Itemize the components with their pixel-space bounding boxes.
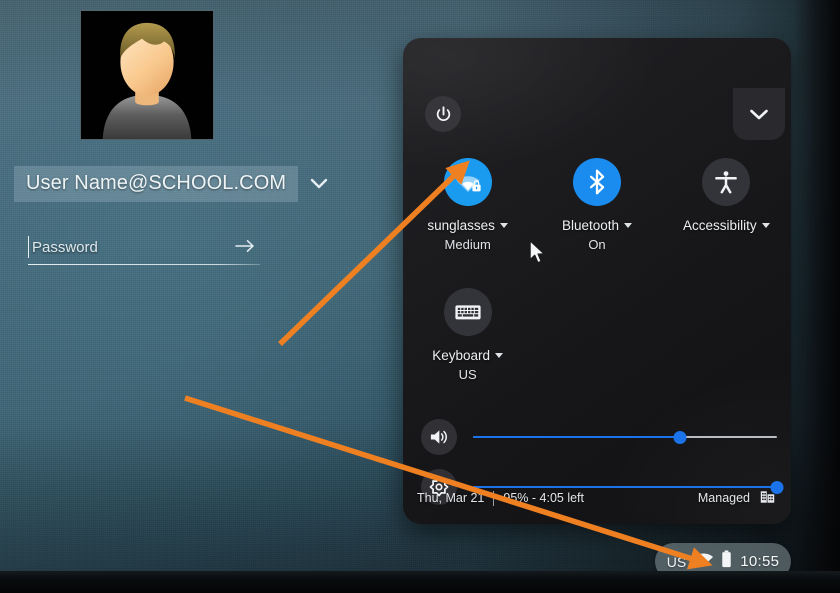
password-placeholder: Password bbox=[32, 238, 98, 256]
shelf-keyboard-layout[interactable]: US bbox=[667, 554, 686, 570]
username-selector[interactable]: User Name@SCHOOL.COM bbox=[14, 166, 330, 202]
laptop-bezel-bottom bbox=[0, 571, 840, 593]
volume-slider-thumb[interactable] bbox=[673, 430, 687, 444]
tile-accessibility[interactable]: Accessibility bbox=[662, 158, 791, 252]
managed-status-group[interactable]: Managed bbox=[698, 490, 775, 507]
tile-keyboard-label: Keyboard bbox=[432, 348, 491, 363]
quick-settings-feature-row-2: Keyboard US bbox=[403, 288, 791, 382]
tile-network-label-row[interactable]: sunglasses bbox=[427, 218, 508, 233]
power-button[interactable] bbox=[425, 96, 461, 132]
tile-accessibility-label-row[interactable]: Accessibility bbox=[683, 218, 770, 233]
chevron-down-icon[interactable] bbox=[308, 173, 330, 195]
tile-keyboard-sublabel: US bbox=[458, 367, 477, 382]
caret-down-icon[interactable] bbox=[624, 223, 633, 228]
tile-network[interactable]: sunglasses Medium bbox=[403, 158, 532, 252]
battery-status-label[interactable]: 95% - 4:05 left bbox=[503, 491, 584, 505]
battery-icon[interactable] bbox=[721, 550, 732, 573]
tile-bluetooth-label: Bluetooth bbox=[561, 218, 620, 233]
mouse-pointer-icon bbox=[529, 240, 546, 270]
username-label[interactable]: User Name@SCHOOL.COM bbox=[14, 166, 299, 202]
shelf-clock[interactable]: 10:55 bbox=[740, 553, 779, 570]
tile-accessibility-label: Accessibility bbox=[683, 218, 757, 233]
footer-status-group: Thu, Mar 21 95% - 4:05 left bbox=[417, 490, 584, 506]
grid-spacer-1 bbox=[532, 288, 661, 382]
grid-spacer-2 bbox=[662, 288, 791, 382]
accessibility-icon[interactable] bbox=[702, 158, 751, 206]
avatar[interactable] bbox=[80, 10, 214, 140]
keyboard-icon[interactable] bbox=[443, 288, 492, 336]
text-caret bbox=[28, 236, 29, 258]
date-label[interactable]: Thu, Mar 21 bbox=[417, 491, 484, 505]
volume-track-fill bbox=[473, 435, 680, 439]
tile-bluetooth[interactable]: Bluetooth On bbox=[532, 158, 661, 252]
tile-network-sublabel: Medium bbox=[444, 237, 491, 252]
volume-slider-track[interactable] bbox=[473, 429, 777, 445]
collapse-panel-button[interactable] bbox=[733, 88, 785, 140]
wifi-locked-icon[interactable] bbox=[443, 158, 492, 206]
password-field[interactable]: Password bbox=[28, 232, 260, 265]
tile-network-label: sunglasses bbox=[427, 218, 495, 233]
volume-slider-row[interactable] bbox=[421, 419, 777, 455]
quick-settings-footer: Thu, Mar 21 95% - 4:05 left Managed bbox=[403, 478, 791, 524]
quick-settings-panel: sunglasses Medium Bluetooth On Accessibi… bbox=[403, 38, 791, 524]
power-icon bbox=[436, 105, 450, 121]
screenshot-root: User Name@SCHOOL.COM Password sunglasses… bbox=[0, 0, 840, 593]
tile-bluetooth-label-row[interactable]: Bluetooth bbox=[561, 218, 633, 233]
password-submit-arrow-icon[interactable] bbox=[234, 239, 260, 256]
managed-label: Managed bbox=[697, 491, 750, 505]
enterprise-building-icon bbox=[760, 490, 775, 507]
chevron-down-icon bbox=[750, 109, 768, 120]
password-underline bbox=[28, 264, 260, 265]
tile-bluetooth-sublabel: On bbox=[588, 237, 606, 252]
tile-keyboard[interactable]: Keyboard US bbox=[403, 288, 532, 382]
caret-down-icon[interactable] bbox=[499, 223, 508, 228]
caret-down-icon[interactable] bbox=[761, 223, 770, 228]
wifi-icon[interactable] bbox=[694, 552, 714, 572]
bluetooth-icon[interactable] bbox=[572, 158, 621, 206]
footer-divider bbox=[493, 490, 495, 506]
quick-settings-feature-row-1: sunglasses Medium Bluetooth On Accessibi… bbox=[403, 158, 791, 252]
volume-icon[interactable] bbox=[421, 419, 457, 455]
caret-down-icon[interactable] bbox=[495, 353, 504, 358]
tile-keyboard-label-row[interactable]: Keyboard bbox=[432, 348, 504, 363]
